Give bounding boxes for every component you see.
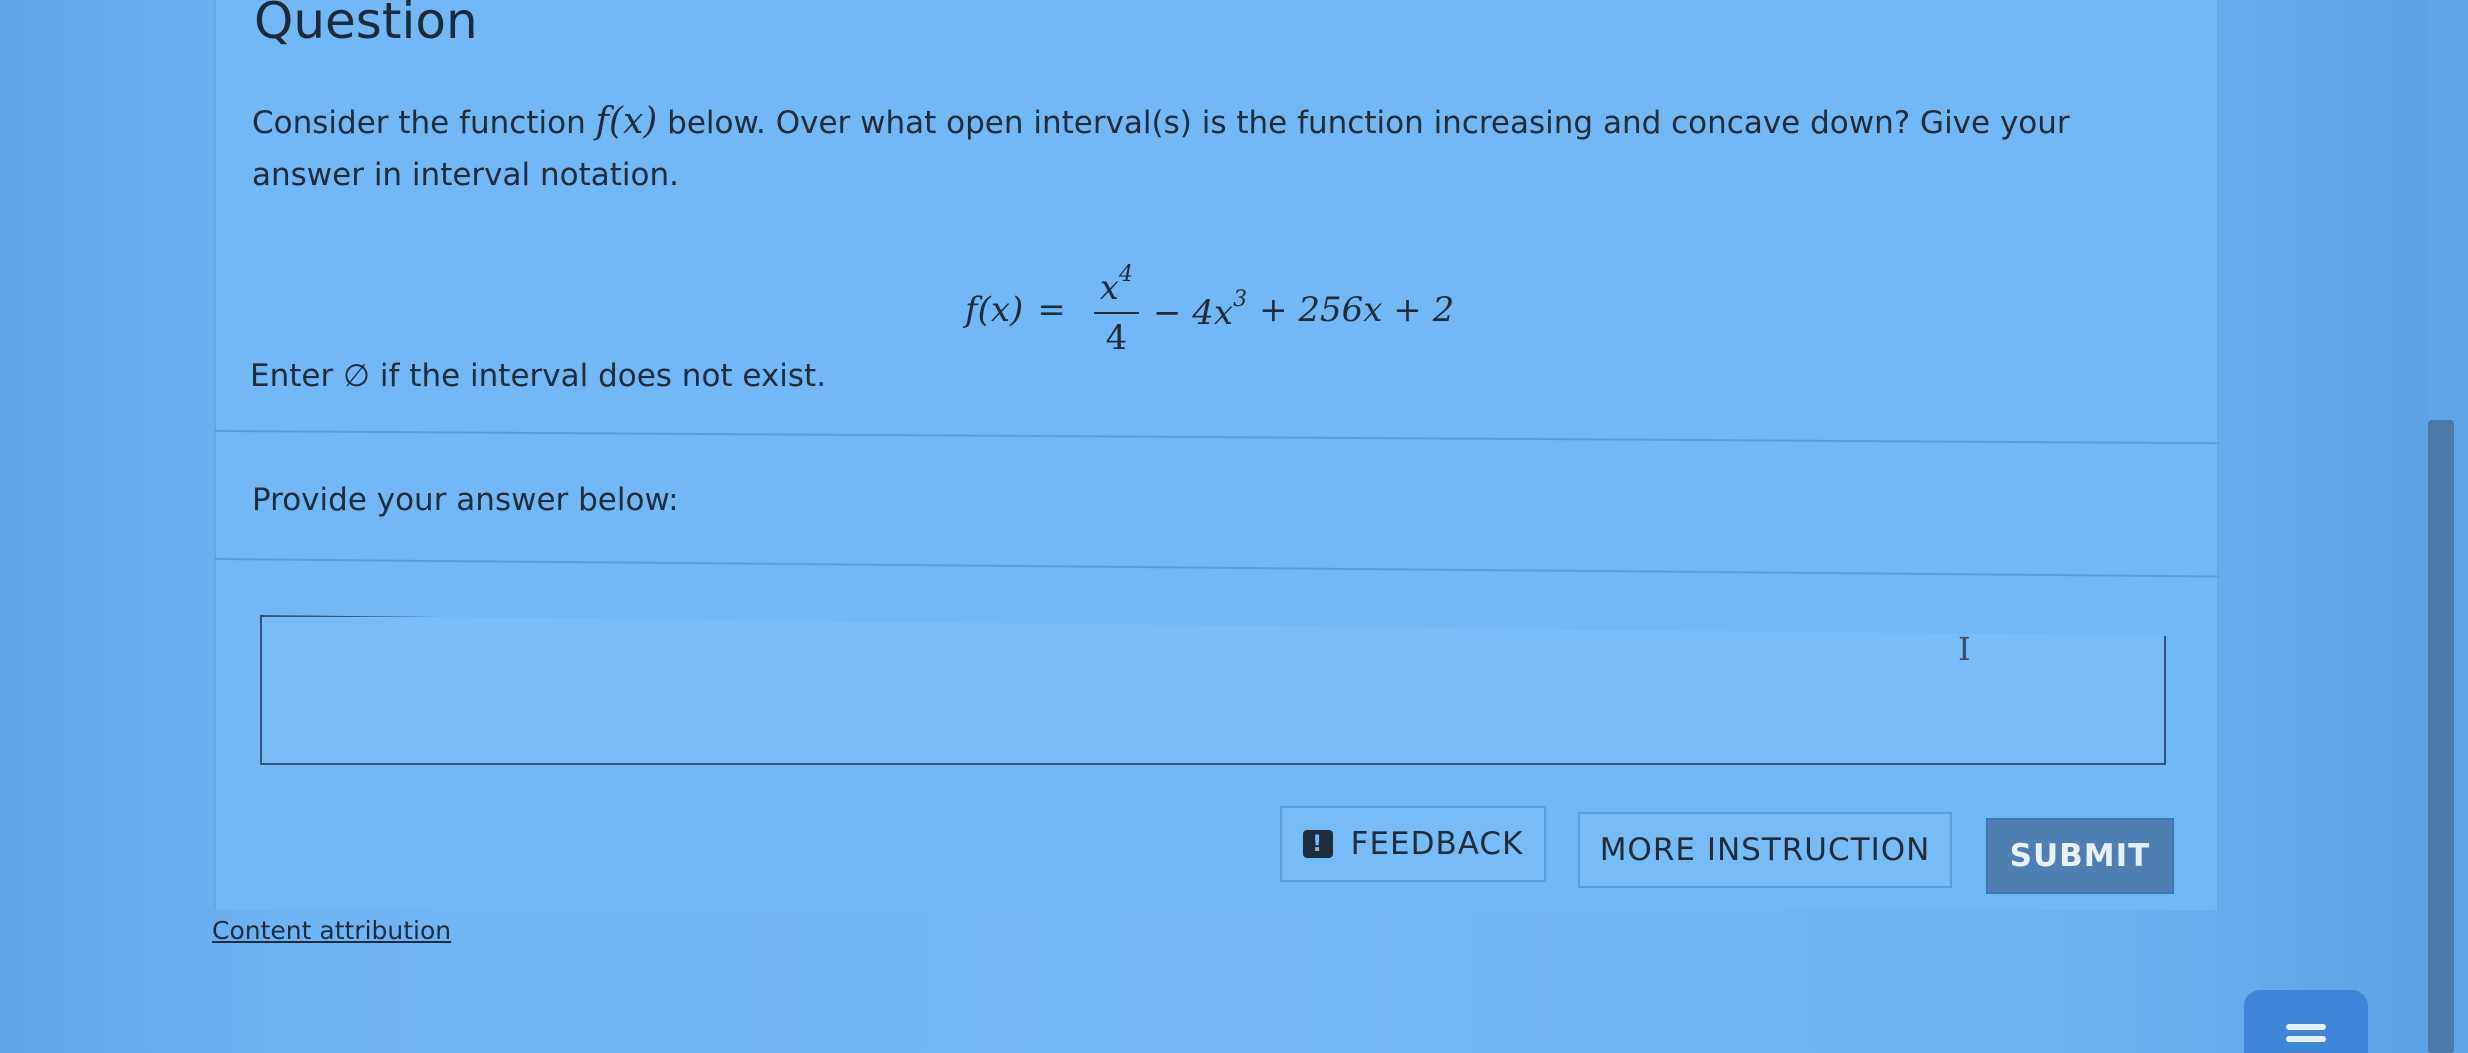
chat-menu-icon (2286, 1024, 2326, 1030)
fraction-denominator: 4 (1105, 318, 1128, 358)
numerator-base: x (1099, 268, 1119, 308)
prompt-text-start: Consider the function (252, 105, 596, 141)
equation-term-2: − 4x3 (1153, 287, 1247, 333)
fraction-numerator: x4 (1093, 262, 1139, 314)
scrollbar-thumb[interactable] (2428, 420, 2454, 1053)
function-equation: f(x) = x4 4 − 4x3 + 256x + 2 (965, 255, 1454, 365)
text-cursor-icon: I (1958, 630, 1971, 668)
answer-input-box[interactable] (260, 615, 2166, 765)
answer-label: Provide your answer below: (252, 482, 679, 518)
feedback-button[interactable]: ! FEEDBACK (1280, 806, 1546, 882)
question-prompt: Consider the function f(x) below. Over w… (252, 96, 2112, 201)
content-attribution-link[interactable]: Content attribution (212, 916, 451, 945)
equation-lhs: f(x) (965, 290, 1024, 330)
submit-button[interactable]: SUBMIT (1986, 818, 2174, 894)
function-symbol: f(x) (595, 101, 658, 142)
term-2-exponent: 3 (1233, 287, 1248, 312)
empty-set-note: Enter ∅ if the interval does not exist. (250, 358, 827, 394)
more-instruction-button[interactable]: MORE INSTRUCTION (1578, 812, 1952, 888)
equation-equals: = (1037, 290, 1066, 330)
submit-label: SUBMIT (2009, 838, 2151, 874)
equation-fraction: x4 4 (1093, 262, 1139, 358)
answer-input[interactable] (262, 617, 2164, 763)
page: Question Consider the function f(x) belo… (0, 0, 2468, 1053)
more-instruction-label: MORE INSTRUCTION (1599, 832, 1931, 868)
term-2-base: − 4x (1152, 293, 1234, 333)
chat-menu-button[interactable] (2244, 990, 2368, 1053)
question-heading: Question (254, 0, 478, 50)
exclamation-icon: ! (1302, 830, 1333, 858)
feedback-label: FEEDBACK (1350, 826, 1524, 862)
equation-term-3: + 256x + 2 (1259, 290, 1455, 330)
numerator-exponent: 4 (1118, 262, 1133, 287)
